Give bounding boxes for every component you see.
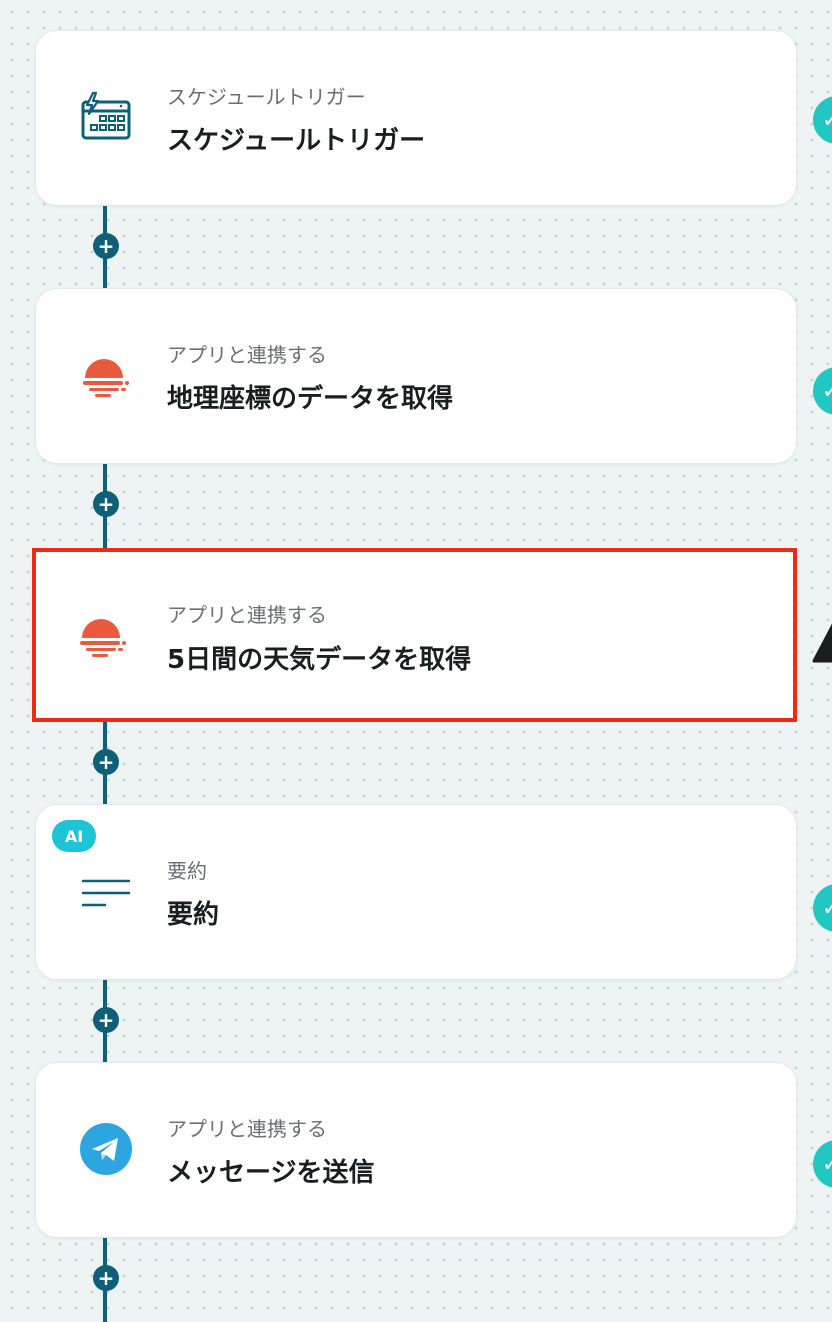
step-title: メッセージを送信 xyxy=(167,1158,375,1188)
telegram-icon xyxy=(78,1121,134,1177)
add-step-button[interactable]: + xyxy=(93,1007,119,1033)
status-complete-icon: ✓ xyxy=(813,367,832,415)
plus-icon: + xyxy=(97,750,115,774)
flow-canvas: + + + + + スケジュールトリガー スケジュールトリガー ✓ アプリと連携… xyxy=(0,0,832,1322)
openweather-icon xyxy=(78,347,134,403)
text-lines-icon xyxy=(78,863,134,919)
step-subtitle: スケジュールトリガー xyxy=(167,85,366,109)
add-step-button[interactable]: + xyxy=(93,749,119,775)
step-title: 地理座標のデータを取得 xyxy=(167,384,454,414)
plus-icon: + xyxy=(97,234,115,258)
step-subtitle: アプリと連携する xyxy=(167,343,327,367)
add-step-button[interactable]: + xyxy=(93,491,119,517)
step-title: 5日間の天気データを取得 xyxy=(167,645,472,675)
add-step-button[interactable]: + xyxy=(93,1265,119,1291)
step-subtitle: 要約 xyxy=(167,859,207,883)
add-step-button[interactable]: + xyxy=(93,233,119,259)
warning-icon xyxy=(812,621,832,665)
status-complete-icon: ✓ xyxy=(813,884,832,932)
step-subtitle: アプリと連携する xyxy=(167,603,327,627)
status-complete-icon: ✓ xyxy=(813,96,832,144)
step-subtitle: アプリと連携する xyxy=(167,1117,327,1141)
openweather-icon xyxy=(75,607,131,663)
status-complete-icon: ✓ xyxy=(813,1140,832,1188)
step-card-ai-summary[interactable]: 要約 要約 xyxy=(35,804,797,980)
ai-badge: AI xyxy=(52,820,96,852)
step-card-send-message[interactable]: アプリと連携する メッセージを送信 xyxy=(35,1062,797,1238)
step-card-geocode[interactable]: アプリと連携する 地理座標のデータを取得 xyxy=(35,288,797,464)
step-card-schedule-trigger[interactable]: スケジュールトリガー スケジュールトリガー xyxy=(35,30,797,206)
plus-icon: + xyxy=(97,1008,115,1032)
step-card-five-day-weather[interactable]: アプリと連携する 5日間の天気データを取得 xyxy=(32,548,797,722)
plus-icon: + xyxy=(97,492,115,516)
plus-icon: + xyxy=(97,1266,115,1290)
step-title: 要約 xyxy=(167,900,220,930)
step-title: スケジュールトリガー xyxy=(167,126,426,156)
calendar-bolt-icon xyxy=(78,89,134,145)
